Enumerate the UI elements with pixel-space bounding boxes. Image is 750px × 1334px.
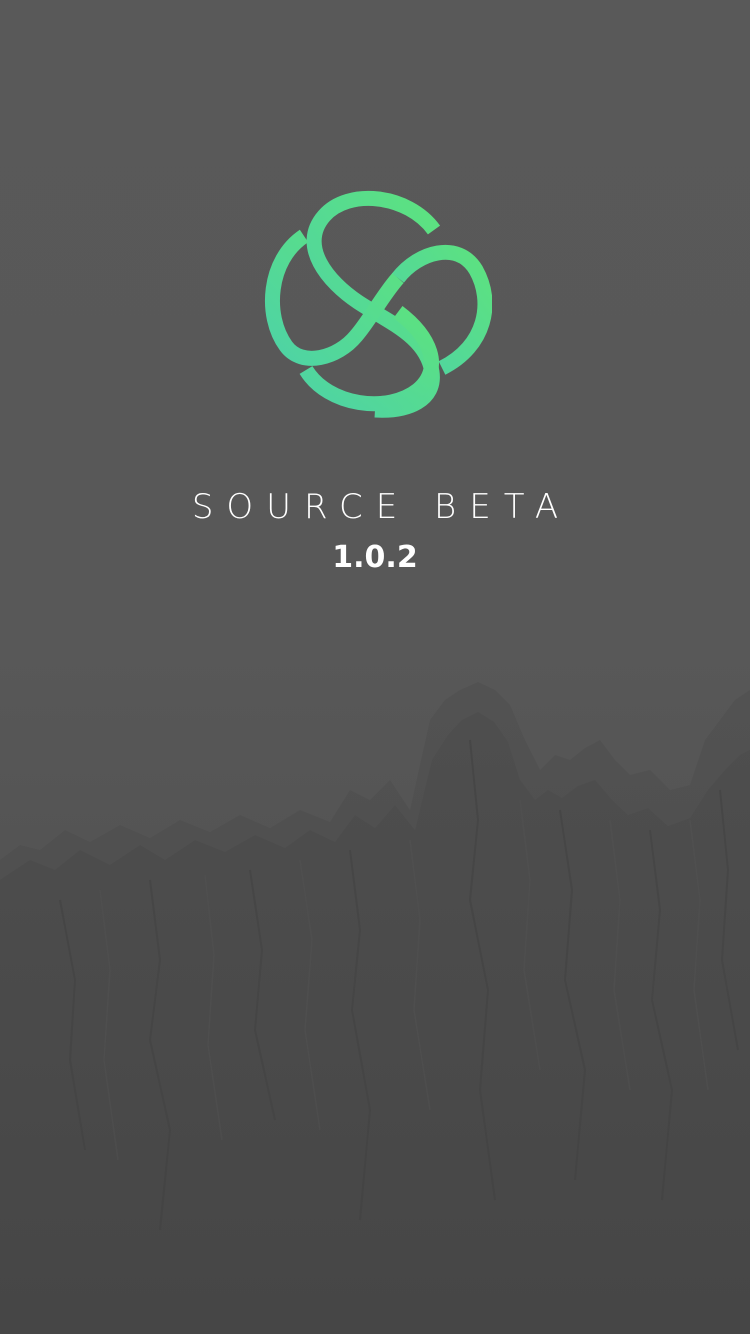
app-version: 1.0.2 [332,540,418,575]
source-logo-icon [264,190,492,418]
app-title: SOURCE BETA [191,487,572,527]
splash-screen: SOURCE BETA 1.0.2 [0,0,750,1334]
